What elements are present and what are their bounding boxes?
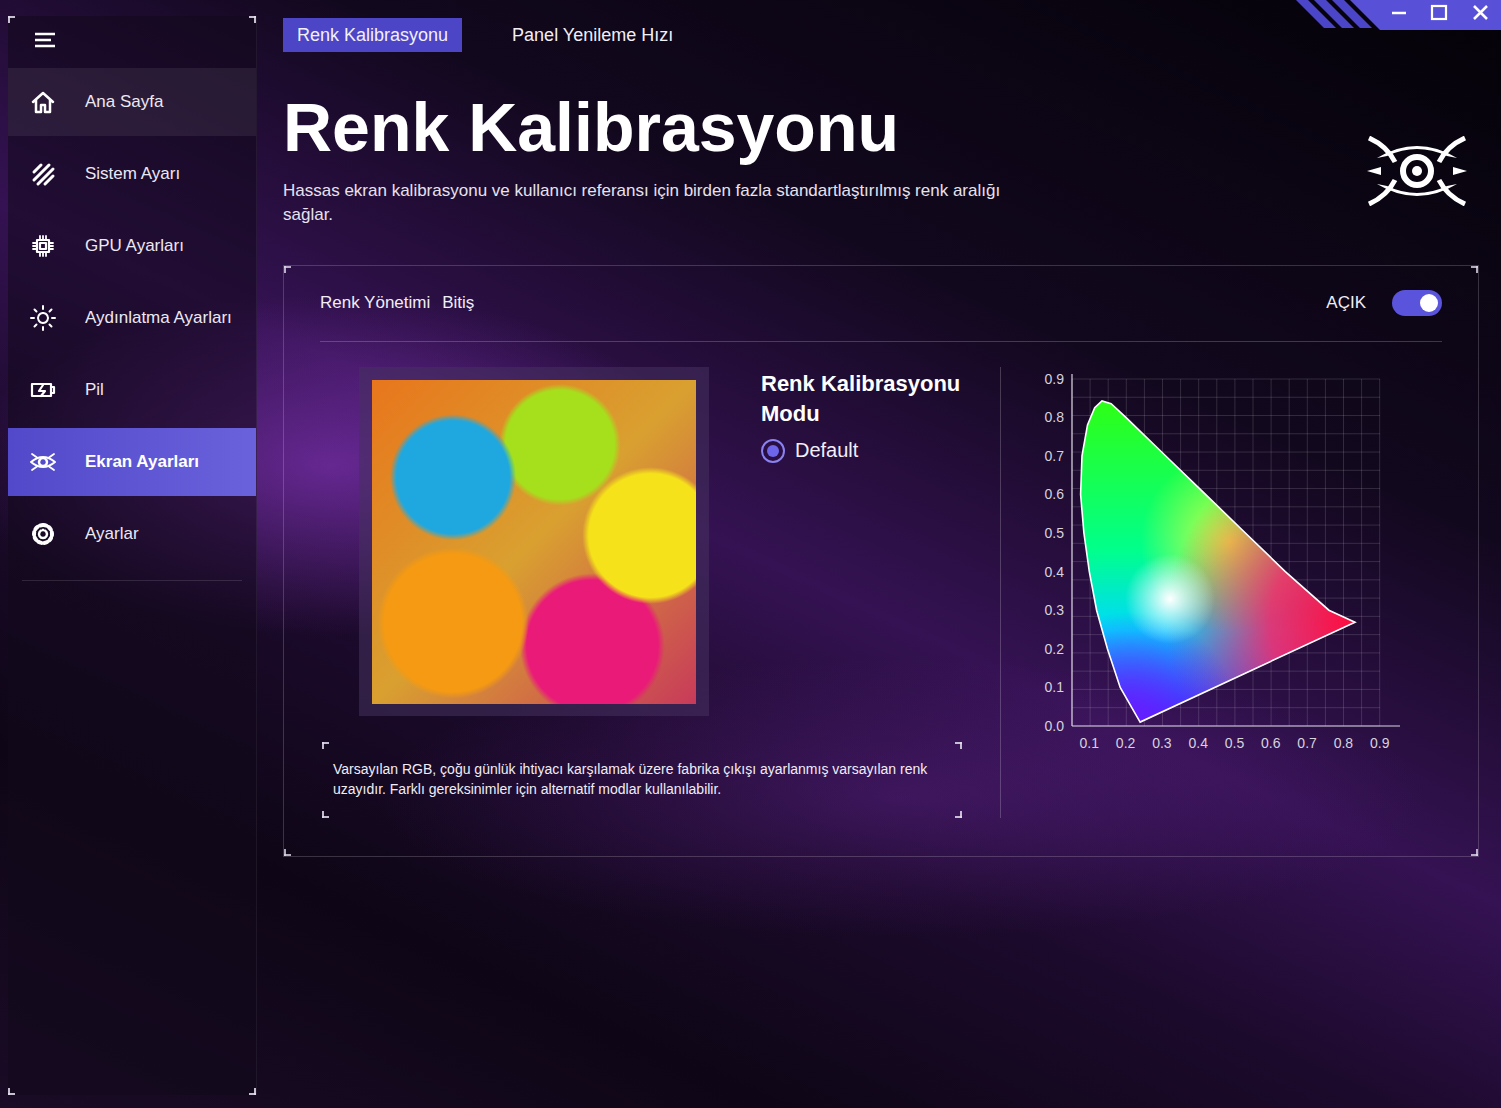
panel-title-text: Renk Yönetimi <box>320 293 430 313</box>
panel-header: Renk Yönetimi Bitiş AÇIK <box>320 266 1442 342</box>
sidebar: Ana Sayfa Sistem Ayarı GPU Ayarları Aydınla… <box>8 16 257 1095</box>
tab[interactable]: Panel Yenileme Hızı <box>498 18 687 52</box>
preview-frame <box>359 367 709 716</box>
main-content: Renk KalibrasyonuPanel Yenileme HızıRenk… <box>283 16 1479 1095</box>
spectral-locus <box>1081 401 1355 722</box>
panel-body: Renk Kalibrasyonu Modu Default Varsayılan … <box>284 342 1478 856</box>
home-icon <box>29 88 57 116</box>
panel-title: Renk Yönetimi Bitiş <box>320 293 474 313</box>
page-title: Renk Kalibrasyonu <box>283 90 1023 165</box>
sidebar-item-label: Sistem Ayarı <box>85 164 180 184</box>
mode-option[interactable]: Default <box>761 439 858 463</box>
battery-icon <box>29 376 57 404</box>
y-tick-label: 0.6 <box>1045 486 1065 502</box>
page-header: Renk Kalibrasyonu Hassas ekran kalibrasyo… <box>283 90 1479 227</box>
x-tick-label: 0.3 <box>1152 735 1172 751</box>
display-logo-icon <box>1367 136 1467 206</box>
gpu-icon <box>29 232 57 260</box>
mode-title: Renk Kalibrasyonu Modu <box>761 369 980 429</box>
y-tick-label: 0.8 <box>1045 409 1065 425</box>
sidebar-item[interactable]: Ayarlar <box>8 500 256 568</box>
color-management-panel: Renk Yönetimi Bitiş AÇIK Renk Kalibrasyonu … <box>283 265 1479 857</box>
sidebar-item[interactable]: Sistem Ayarı <box>8 140 256 208</box>
x-tick-label: 0.6 <box>1261 735 1281 751</box>
mode-description-text: Varsayılan RGB, çoğu günlük ihtiyacı kar… <box>333 759 951 799</box>
y-tick-label: 0.5 <box>1045 525 1065 541</box>
sidebar-item-label: Ana Sayfa <box>85 92 163 112</box>
x-tick-label: 0.8 <box>1334 735 1354 751</box>
sidebar-separator <box>22 580 242 581</box>
page-heading: Renk Kalibrasyonu Hassas ekran kalibrasyo… <box>283 90 1023 227</box>
y-tick-label: 0.2 <box>1045 641 1065 657</box>
x-tick-label: 0.1 <box>1080 735 1100 751</box>
app-window: Ana Sayfa Sistem Ayarı GPU Ayarları Aydınla… <box>0 0 1501 1108</box>
sidebar-item-label: Ekran Ayarları <box>85 452 199 472</box>
mode-description: Varsayılan RGB, çoğu günlük ihtiyacı kar… <box>322 742 962 818</box>
sidebar-item-label: Aydınlatma Ayarları <box>85 308 232 328</box>
panel-subtitle: Bitiş <box>442 293 474 313</box>
sidebar-item[interactable]: Aydınlatma Ayarları <box>8 284 256 352</box>
x-tick-label: 0.7 <box>1297 735 1317 751</box>
sidebar-item[interactable]: GPU Ayarları <box>8 212 256 280</box>
tab-bar: Renk Kalibrasyonu Panel Yenileme Hızı <box>283 18 1479 52</box>
gear-icon <box>29 520 57 548</box>
sidebar-item[interactable]: Ekran Ayarları <box>8 428 256 496</box>
close-icon[interactable] <box>1466 4 1496 24</box>
sidebar-item-label: Pil <box>85 380 104 400</box>
preview-row: Renk Kalibrasyonu Modu Default <box>320 367 980 716</box>
x-tick-label: 0.5 <box>1225 735 1245 751</box>
minimize-icon[interactable] <box>1384 4 1414 24</box>
sidebar-item-label: GPU Ayarları <box>85 236 184 256</box>
sidebar-item[interactable]: Pil <box>8 356 256 424</box>
y-tick-label: 0.9 <box>1045 370 1065 386</box>
chromaticity-chart: 0.9 0.8 0.7 0.6 0.5 0.4 0.3 0.2 0.1 0.0 0.1 0.2 0.3 0… <box>1030 367 1410 759</box>
calibration-mode: Renk Kalibrasyonu Modu Default <box>761 367 980 463</box>
menu-button[interactable] <box>8 16 256 64</box>
x-tick-label: 0.9 <box>1370 735 1390 751</box>
radio-dot <box>767 445 779 457</box>
tab[interactable]: Renk Kalibrasyonu <box>283 18 462 52</box>
radio-button <box>761 439 785 463</box>
sidebar-item[interactable]: Ana Sayfa <box>8 68 256 136</box>
page-description: Hassas ekran kalibrasyonu ve kullanıcı r… <box>283 179 1023 227</box>
window-controls <box>1296 0 1501 30</box>
toggle-group: AÇIK <box>1326 290 1442 316</box>
sidebar-nav: Ana Sayfa Sistem Ayarı GPU Ayarları Aydınla… <box>8 68 256 568</box>
menu-icon <box>34 31 56 49</box>
y-axis <box>1071 374 1072 726</box>
toggle-knob <box>1420 294 1438 312</box>
toggle-switch[interactable] <box>1392 290 1442 316</box>
y-tick-label: 0.0 <box>1045 718 1065 734</box>
radio-label: Default <box>795 439 858 462</box>
column-divider <box>1000 367 1001 818</box>
y-tick-label: 0.7 <box>1045 448 1065 464</box>
calibration-column: Renk Kalibrasyonu Modu Default Varsayılan … <box>320 367 980 818</box>
toggle-label: AÇIK <box>1326 293 1366 313</box>
x-tick-label: 0.4 <box>1188 735 1208 751</box>
y-tick-label: 0.4 <box>1045 563 1065 579</box>
x-tick-label: 0.2 <box>1116 735 1136 751</box>
y-tick-label: 0.3 <box>1045 602 1065 618</box>
preview-image <box>372 380 696 704</box>
gamut-fill <box>1030 367 1410 759</box>
lighting-icon <box>29 304 57 332</box>
y-tick-label: 0.1 <box>1045 679 1065 695</box>
system-icon <box>29 160 57 188</box>
sidebar-item-label: Ayarlar <box>85 524 139 544</box>
display-icon <box>29 448 57 476</box>
x-axis <box>1072 725 1400 726</box>
maximize-icon[interactable] <box>1424 4 1454 24</box>
